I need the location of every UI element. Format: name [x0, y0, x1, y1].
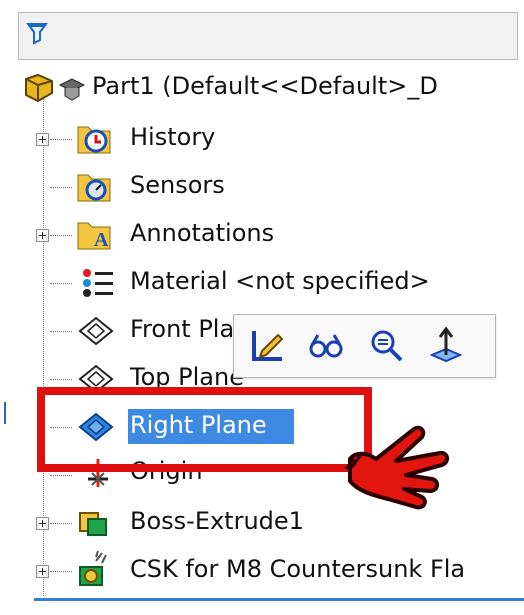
normal-to-icon[interactable]: [426, 325, 466, 365]
tree-item-annotations[interactable]: A Annotations: [0, 211, 300, 257]
csk-hole-label: CSK for M8 Countersunk Fla: [130, 555, 466, 583]
tree-root[interactable]: Part1 (Default<<Default>_D: [0, 65, 524, 111]
context-toolbar: [233, 314, 496, 378]
expand-toggle[interactable]: [36, 565, 49, 578]
hole-wizard-icon: [79, 550, 107, 586]
tree-connector: [50, 523, 72, 524]
sensors-label: Sensors: [130, 171, 225, 199]
tree-connector: [50, 331, 72, 332]
history-clock-icon: [77, 126, 111, 154]
tree-connector: [50, 379, 72, 380]
boss-extrude-icon: [79, 512, 107, 536]
material-label: Material <not specified>: [130, 267, 430, 295]
edit-sketch-icon[interactable]: [248, 325, 288, 365]
tree-connector: [50, 571, 72, 572]
filter-bar[interactable]: [18, 12, 518, 60]
expand-toggle[interactable]: [36, 133, 49, 146]
emphasis-box: [37, 387, 372, 472]
tree-connector: [50, 283, 72, 284]
svg-text:A: A: [94, 229, 109, 251]
tree-item-sensors[interactable]: Sensors: [0, 163, 300, 209]
feature-manager-panel: Part1 (Default<<Default>_D History Senso…: [0, 0, 524, 615]
expand-toggle[interactable]: [36, 229, 49, 242]
tree-item-boss-extrude[interactable]: Boss-Extrude1: [0, 499, 320, 545]
annotations-label: Annotations: [130, 219, 275, 247]
zoom-to-selection-icon[interactable]: [366, 325, 406, 365]
plane-icon: [78, 316, 114, 346]
boss-extrude-label: Boss-Extrude1: [130, 507, 304, 535]
tree-connector: [50, 187, 72, 188]
expand-toggle[interactable]: [36, 517, 49, 530]
annotations-a-icon: A: [77, 222, 111, 251]
part-icon: [25, 73, 53, 103]
tree-connector: [50, 139, 72, 140]
tessellation-icon: [58, 78, 86, 101]
funnel-filter-icon[interactable]: [26, 21, 48, 45]
tree-item-csk-hole[interactable]: CSK for M8 Countersunk Fla: [0, 547, 524, 593]
view-glasses-icon[interactable]: [306, 325, 346, 365]
tree-item-history[interactable]: History: [0, 115, 300, 161]
history-label: History: [130, 123, 216, 151]
panel-bottom-border: [34, 598, 524, 601]
tree-connector: [50, 235, 72, 236]
material-icon: [83, 269, 113, 297]
sensors-gauge-icon: [77, 174, 111, 202]
hand-pointer-icon: [344, 425, 449, 510]
root-label: Part1 (Default<<Default>_D: [92, 72, 438, 100]
tree-connector: [50, 475, 72, 476]
tree-item-material[interactable]: Material <not specified>: [0, 259, 430, 305]
